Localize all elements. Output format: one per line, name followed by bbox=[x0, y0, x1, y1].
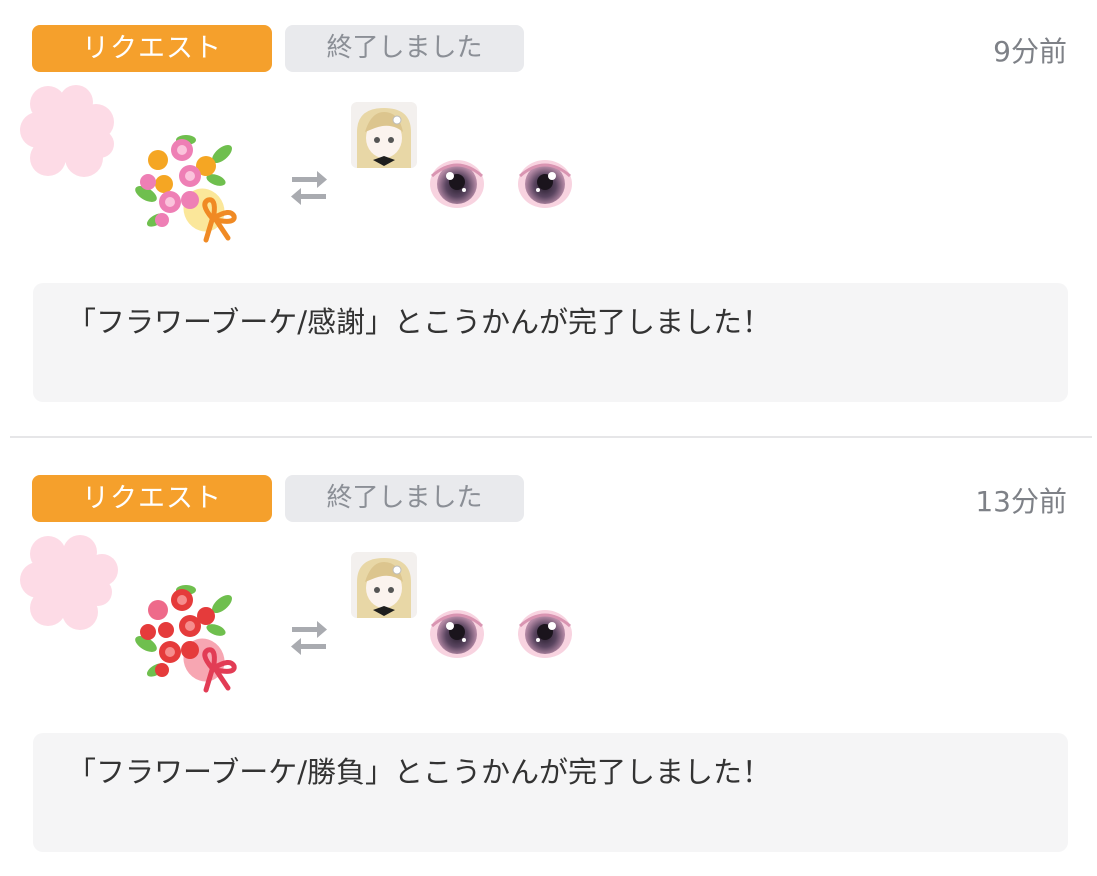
request-badge: リクエスト bbox=[32, 25, 272, 72]
timestamp: 13分前 bbox=[975, 485, 1067, 518]
status-badge: 終了しました bbox=[285, 25, 524, 72]
swap-arrows-icon bbox=[291, 621, 327, 655]
message-box: 「フラワーブーケ/勝負」とこうかんが完了しました！ bbox=[33, 733, 1068, 852]
exchange-notification[interactable]: リクエスト 終了しました 9分前 「フラワーブーケ/感謝」とこうかんが完了しまし… bbox=[0, 0, 1097, 420]
timestamp: 9分前 bbox=[993, 35, 1067, 68]
character-avatar bbox=[351, 552, 417, 618]
blurred-avatar bbox=[20, 535, 118, 630]
eye-icon bbox=[430, 160, 484, 208]
eye-icon bbox=[518, 160, 572, 208]
message-text: 「フラワーブーケ/勝負」とこうかんが完了しました！ bbox=[67, 755, 772, 789]
eye-icon bbox=[430, 610, 484, 658]
bouquet-icon bbox=[135, 135, 237, 243]
exchange-notification[interactable]: リクエスト 終了しました 13分前 「フラワーブーケ/勝負」とこうかんが完了しま… bbox=[0, 450, 1097, 870]
blurred-avatar bbox=[20, 85, 114, 177]
message-box: 「フラワーブーケ/感謝」とこうかんが完了しました！ bbox=[33, 283, 1068, 402]
swap-arrows-icon bbox=[291, 171, 327, 205]
character-avatar bbox=[351, 102, 417, 168]
status-badge: 終了しました bbox=[285, 475, 524, 522]
request-badge: リクエスト bbox=[32, 475, 272, 522]
eye-icon bbox=[518, 610, 572, 658]
message-text: 「フラワーブーケ/感謝」とこうかんが完了しました！ bbox=[67, 305, 772, 339]
divider bbox=[10, 436, 1092, 438]
bouquet-icon bbox=[135, 585, 237, 693]
